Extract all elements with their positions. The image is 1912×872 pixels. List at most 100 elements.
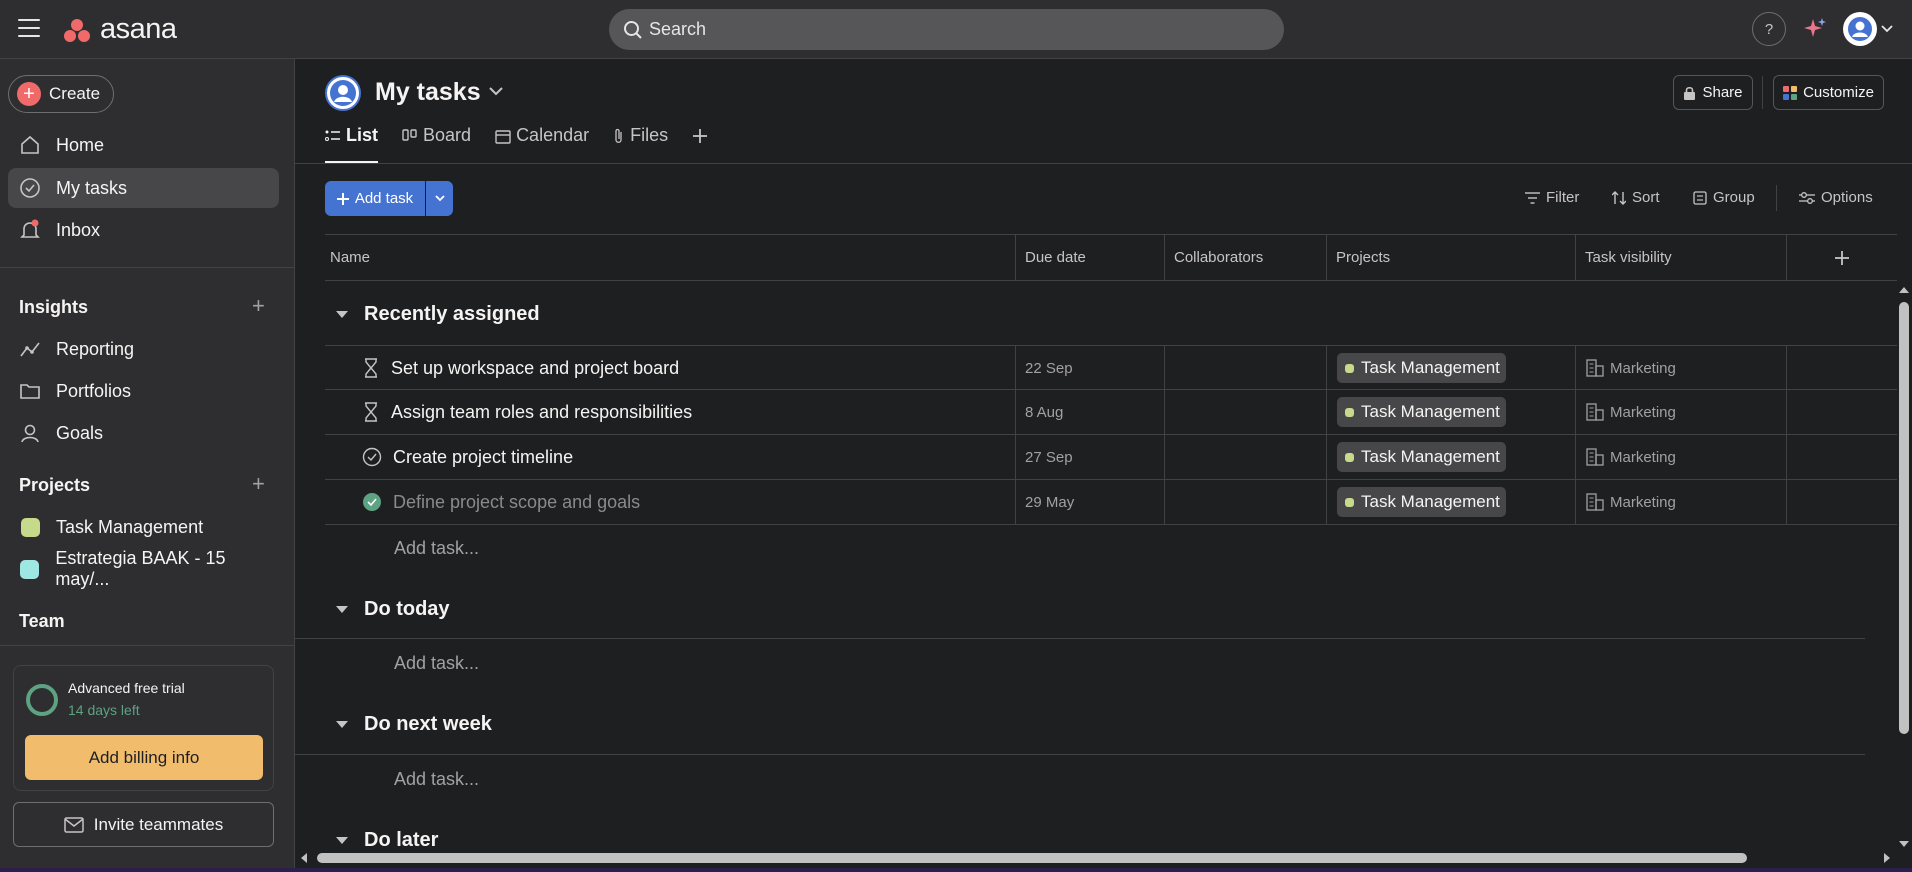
completed-check-icon[interactable] — [362, 492, 382, 512]
sidebar-divider — [0, 645, 295, 646]
add-task-dropdown-button[interactable] — [426, 181, 453, 216]
tab-list[interactable]: List — [325, 125, 379, 163]
projects-heading[interactable]: Projects — [19, 475, 90, 496]
scroll-left-arrow-icon[interactable] — [297, 850, 311, 866]
table-row[interactable]: Set up workspace and project board 22 Se… — [325, 345, 1897, 390]
tab-files[interactable]: Files — [613, 125, 668, 163]
sort-button[interactable]: Sort — [1612, 189, 1660, 206]
section-header[interactable]: Do today — [336, 598, 450, 621]
search-input[interactable]: Search — [609, 9, 1284, 50]
table-row[interactable]: Assign team roles and responsibilities 8… — [325, 390, 1897, 435]
sidebar-item-project[interactable]: Task Management — [8, 507, 279, 547]
asana-logo[interactable]: asana — [62, 13, 177, 46]
chevron-down-icon[interactable] — [488, 86, 504, 96]
account-menu[interactable] — [1843, 12, 1893, 46]
projects-cell[interactable]: Task Management — [1327, 346, 1576, 390]
paperclip-icon — [615, 128, 622, 143]
table-row[interactable]: Create project timeline 27 Sep Task Mana… — [325, 435, 1897, 480]
sidebar-item-home[interactable]: Home — [8, 125, 279, 165]
projects-cell[interactable]: Task Management — [1327, 390, 1576, 434]
user-icon — [1848, 17, 1872, 41]
project-pill[interactable]: Task Management — [1337, 353, 1506, 383]
options-sliders-icon — [1799, 191, 1815, 204]
add-task-inline[interactable]: Add task... — [394, 538, 479, 559]
collaborators-cell[interactable] — [1165, 390, 1327, 434]
task-name-cell[interactable]: Set up workspace and project board — [325, 346, 1016, 390]
column-header-collaborators[interactable]: Collaborators — [1165, 235, 1327, 280]
customize-button[interactable]: Customize — [1773, 75, 1884, 110]
vertical-scrollbar[interactable] — [1896, 281, 1912, 851]
sidebar-item-portfolios[interactable]: Portfolios — [8, 371, 279, 411]
invite-teammates-button[interactable]: Invite teammates — [13, 802, 274, 847]
project-pill[interactable]: Task Management — [1337, 487, 1506, 517]
scroll-up-arrow-icon[interactable] — [1896, 283, 1912, 297]
scroll-right-arrow-icon[interactable] — [1880, 850, 1894, 866]
section-header[interactable]: Do next week — [336, 713, 492, 736]
collaborators-cell[interactable] — [1165, 346, 1327, 390]
header-divider — [1762, 76, 1763, 109]
create-button[interactable]: + Create — [8, 75, 114, 113]
team-heading[interactable]: Team — [19, 611, 65, 632]
horizontal-scroll-thumb[interactable] — [317, 853, 1747, 863]
due-date-cell[interactable]: 29 May — [1016, 480, 1165, 524]
group-button[interactable]: Group — [1693, 189, 1755, 206]
check-circle-icon[interactable] — [362, 447, 382, 467]
project-pill[interactable]: Task Management — [1337, 442, 1506, 472]
sidebar-item-goals[interactable]: Goals — [8, 413, 279, 453]
add-project-button[interactable]: + — [252, 471, 265, 497]
sparkle-icon — [1804, 18, 1826, 37]
add-tab-button[interactable] — [692, 125, 708, 163]
column-header-projects[interactable]: Projects — [1327, 235, 1576, 280]
column-header-due-date[interactable]: Due date — [1016, 235, 1165, 280]
tab-calendar[interactable]: Calendar — [495, 125, 589, 163]
task-name-cell[interactable]: Create project timeline — [325, 435, 1016, 479]
ai-sparkle-button[interactable] — [1800, 14, 1830, 44]
filter-button[interactable]: Filter — [1525, 189, 1579, 206]
project-color-swatch — [20, 517, 40, 537]
visibility-cell[interactable]: Marketing — [1576, 390, 1787, 434]
table-row[interactable]: Define project scope and goals 29 May Ta… — [325, 480, 1897, 525]
building-icon — [1586, 448, 1604, 466]
column-header-task-visibility[interactable]: Task visibility — [1576, 235, 1787, 280]
vertical-scroll-thumb[interactable] — [1899, 302, 1909, 734]
section-header[interactable]: Do later — [336, 829, 438, 852]
horizontal-scrollbar[interactable] — [295, 850, 1896, 866]
tab-board[interactable]: Board — [402, 125, 471, 163]
add-insight-button[interactable]: + — [252, 293, 265, 319]
sidebar-item-project[interactable]: Estrategia BAAK - 15 may/... — [8, 548, 279, 589]
projects-cell[interactable]: Task Management — [1327, 480, 1576, 524]
hamburger-menu-icon[interactable] — [18, 19, 40, 37]
add-task-inline[interactable]: Add task... — [394, 769, 479, 790]
visibility-cell[interactable]: Marketing — [1576, 346, 1787, 390]
options-button[interactable]: Options — [1799, 189, 1873, 206]
tabs-divider — [295, 163, 1912, 164]
projects-cell[interactable]: Task Management — [1327, 435, 1576, 479]
insights-heading[interactable]: Insights — [19, 297, 88, 318]
lock-icon — [1684, 86, 1696, 100]
add-column-button[interactable] — [1787, 235, 1897, 280]
sidebar-item-my-tasks[interactable]: My tasks — [8, 168, 279, 208]
visibility-cell[interactable]: Marketing — [1576, 435, 1787, 479]
scroll-down-arrow-icon[interactable] — [1896, 837, 1912, 851]
help-button[interactable]: ? — [1752, 12, 1786, 46]
sidebar-item-inbox[interactable]: Inbox — [8, 210, 279, 250]
sidebar-item-reporting[interactable]: Reporting — [8, 329, 279, 369]
due-date-cell[interactable]: 8 Aug — [1016, 390, 1165, 434]
project-color-dot — [1345, 497, 1354, 507]
add-task-button[interactable]: Add task — [325, 181, 425, 216]
section-header[interactable]: Recently assigned — [336, 303, 540, 326]
due-date-cell[interactable]: 27 Sep — [1016, 435, 1165, 479]
task-name-cell[interactable]: Assign team roles and responsibilities — [325, 390, 1016, 434]
add-task-inline[interactable]: Add task... — [394, 653, 479, 674]
project-pill[interactable]: Task Management — [1337, 397, 1506, 427]
add-billing-info-button[interactable]: Add billing info — [25, 735, 263, 780]
due-date-cell[interactable]: 22 Sep — [1016, 346, 1165, 390]
column-header-name[interactable]: Name — [325, 235, 1016, 280]
collaborators-cell[interactable] — [1165, 480, 1327, 524]
visibility-cell[interactable]: Marketing — [1576, 480, 1787, 524]
hourglass-icon[interactable] — [363, 402, 379, 422]
collaborators-cell[interactable] — [1165, 435, 1327, 479]
task-name-cell[interactable]: Define project scope and goals — [325, 480, 1016, 524]
share-button[interactable]: Share — [1673, 75, 1753, 110]
hourglass-icon[interactable] — [363, 358, 379, 378]
